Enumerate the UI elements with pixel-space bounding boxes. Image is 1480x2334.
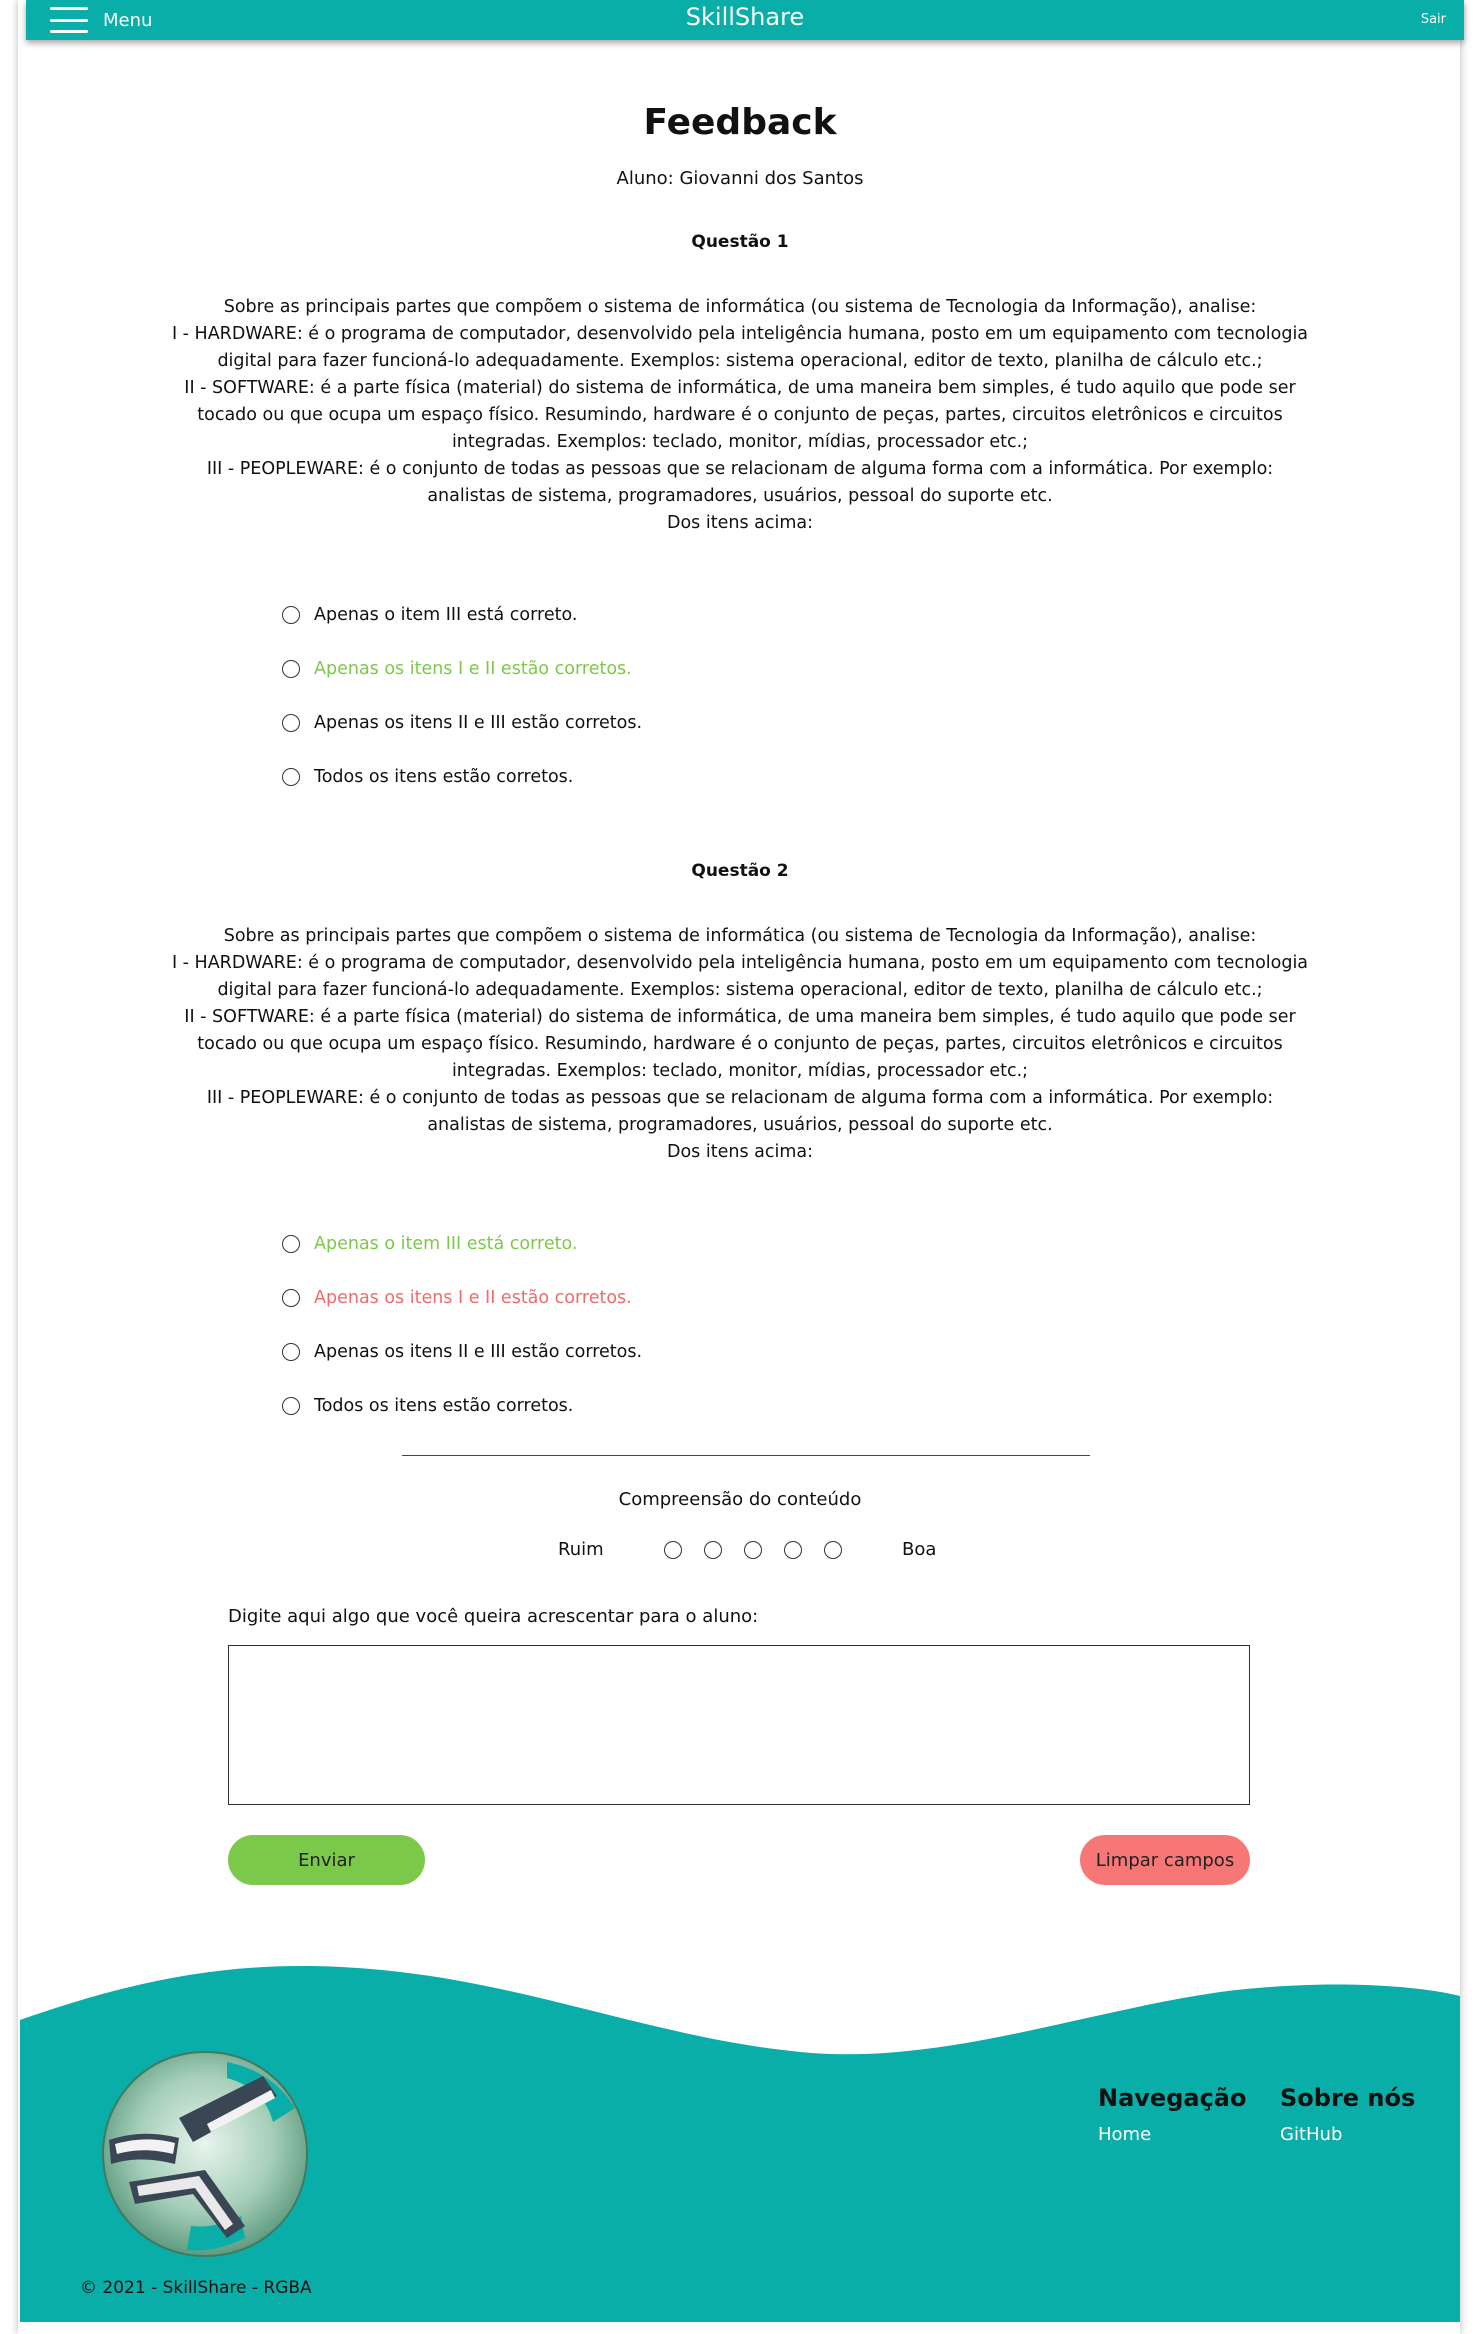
rating-radio-3[interactable] [744,1541,762,1559]
question-1-title: Questão 1 [691,232,789,252]
page-title: Feedback [643,102,837,143]
question-2-title: Questão 2 [691,861,789,881]
radio-button[interactable] [282,1289,300,1307]
footer-navigation: Navegação Home [1098,2084,1247,2145]
footer-link-home[interactable]: Home [1098,2124,1247,2145]
question-2-option-3[interactable]: Apenas os itens II e III estão corretos. [282,1342,642,1362]
student-name: Aluno: Giovanni dos Santos [616,168,864,189]
question-1-option-2[interactable]: Apenas os itens I e II estão corretos. [282,659,632,679]
question-1-text: Sobre as principais partes que compõem o… [171,297,1309,533]
clear-fields-button[interactable]: Limpar campos [1080,1835,1250,1885]
radio-button[interactable] [282,1397,300,1415]
footer-about: Sobre nós GitHub [1280,2084,1415,2145]
copyright-text: © 2021 - SkillShare - RGBA [80,2278,312,2298]
question-1-option-4[interactable]: Todos os itens estão corretos. [282,767,573,787]
radio-button[interactable] [282,606,300,624]
option-label: Apenas os itens I e II estão corretos. [314,659,632,679]
rating-radio-2[interactable] [704,1541,722,1559]
rating-radio-5[interactable] [824,1541,842,1559]
footer-nav-heading: Navegação [1098,2084,1247,2112]
radio-button[interactable] [282,660,300,678]
brand-title: SkillShare [685,3,805,31]
radio-button[interactable] [282,1343,300,1361]
skillshare-logo-icon [101,2050,309,2258]
option-label: Apenas o item III está correto. [314,605,578,625]
option-label: Apenas os itens I e II estão corretos. [314,1288,632,1308]
rating-low-label: Ruim [558,1539,604,1560]
question-2-option-1[interactable]: Apenas o item III está correto. [282,1234,577,1254]
option-label: Apenas os itens II e III estão corretos. [314,713,643,733]
rating-radio-1[interactable] [664,1541,682,1559]
top-nav-bar: Menu SkillShare Sair [26,0,1464,40]
option-label: Apenas os itens II e III estão corretos. [314,1342,643,1362]
footer-link-github[interactable]: GitHub [1280,2124,1415,2145]
rating-scale: Ruim Boa [0,1538,1480,1564]
option-label: Todos os itens estão corretos. [314,1396,574,1416]
footer-about-heading: Sobre nós [1280,2084,1416,2112]
rating-title: Compreensão do conteúdo [618,1489,862,1510]
comment-textarea[interactable] [228,1645,1250,1805]
question-2-option-2[interactable]: Apenas os itens I e II estão corretos. [282,1288,632,1308]
rating-high-label: Boa [902,1539,937,1560]
logout-link[interactable]: Sair [1421,12,1446,27]
option-label: Todos os itens estão corretos. [314,767,574,787]
section-divider [402,1455,1090,1456]
radio-button[interactable] [282,1235,300,1253]
comment-label: Digite aqui algo que você queira acresce… [228,1606,759,1627]
radio-button[interactable] [282,714,300,732]
question-2-text: Sobre as principais partes que compõem o… [171,926,1309,1162]
option-label: Apenas o item III está correto. [314,1234,578,1254]
rating-radio-4[interactable] [784,1541,802,1559]
question-1-option-1[interactable]: Apenas o item III está correto. [282,605,577,625]
question-1-option-3[interactable]: Apenas os itens II e III estão corretos. [282,713,642,733]
radio-button[interactable] [282,768,300,786]
send-button[interactable]: Enviar [228,1835,425,1885]
question-2-option-4[interactable]: Todos os itens estão corretos. [282,1396,573,1416]
